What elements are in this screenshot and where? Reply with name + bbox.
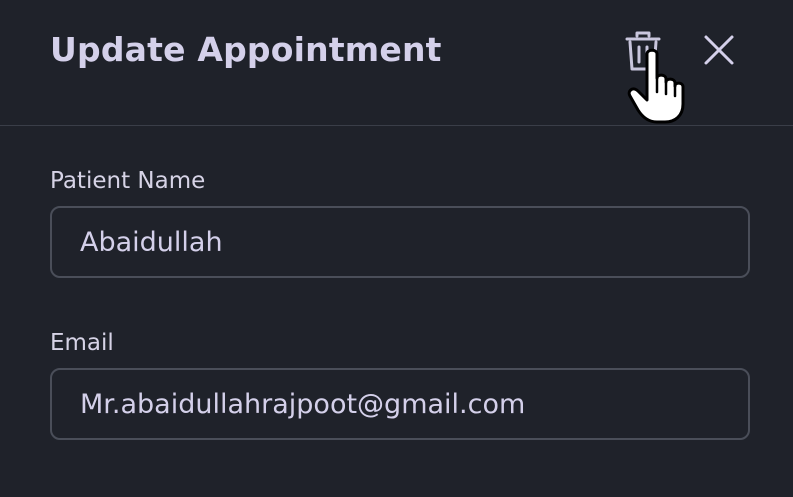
close-icon — [704, 35, 734, 65]
patient-name-input[interactable] — [80, 208, 720, 276]
dialog-header: Update Appointment — [0, 0, 793, 126]
email-label: Email — [50, 330, 114, 356]
email-field[interactable] — [50, 368, 750, 440]
trash-icon — [625, 31, 661, 71]
dialog-title: Update Appointment — [50, 30, 442, 69]
update-appointment-dialog: Update Appointment Patient Name Abaidull… — [0, 0, 793, 497]
patient-name-field[interactable] — [50, 206, 750, 278]
delete-button[interactable] — [622, 30, 664, 74]
close-button[interactable] — [700, 31, 740, 71]
patient-name-label: Patient Name — [50, 168, 206, 194]
email-input[interactable] — [80, 370, 720, 438]
